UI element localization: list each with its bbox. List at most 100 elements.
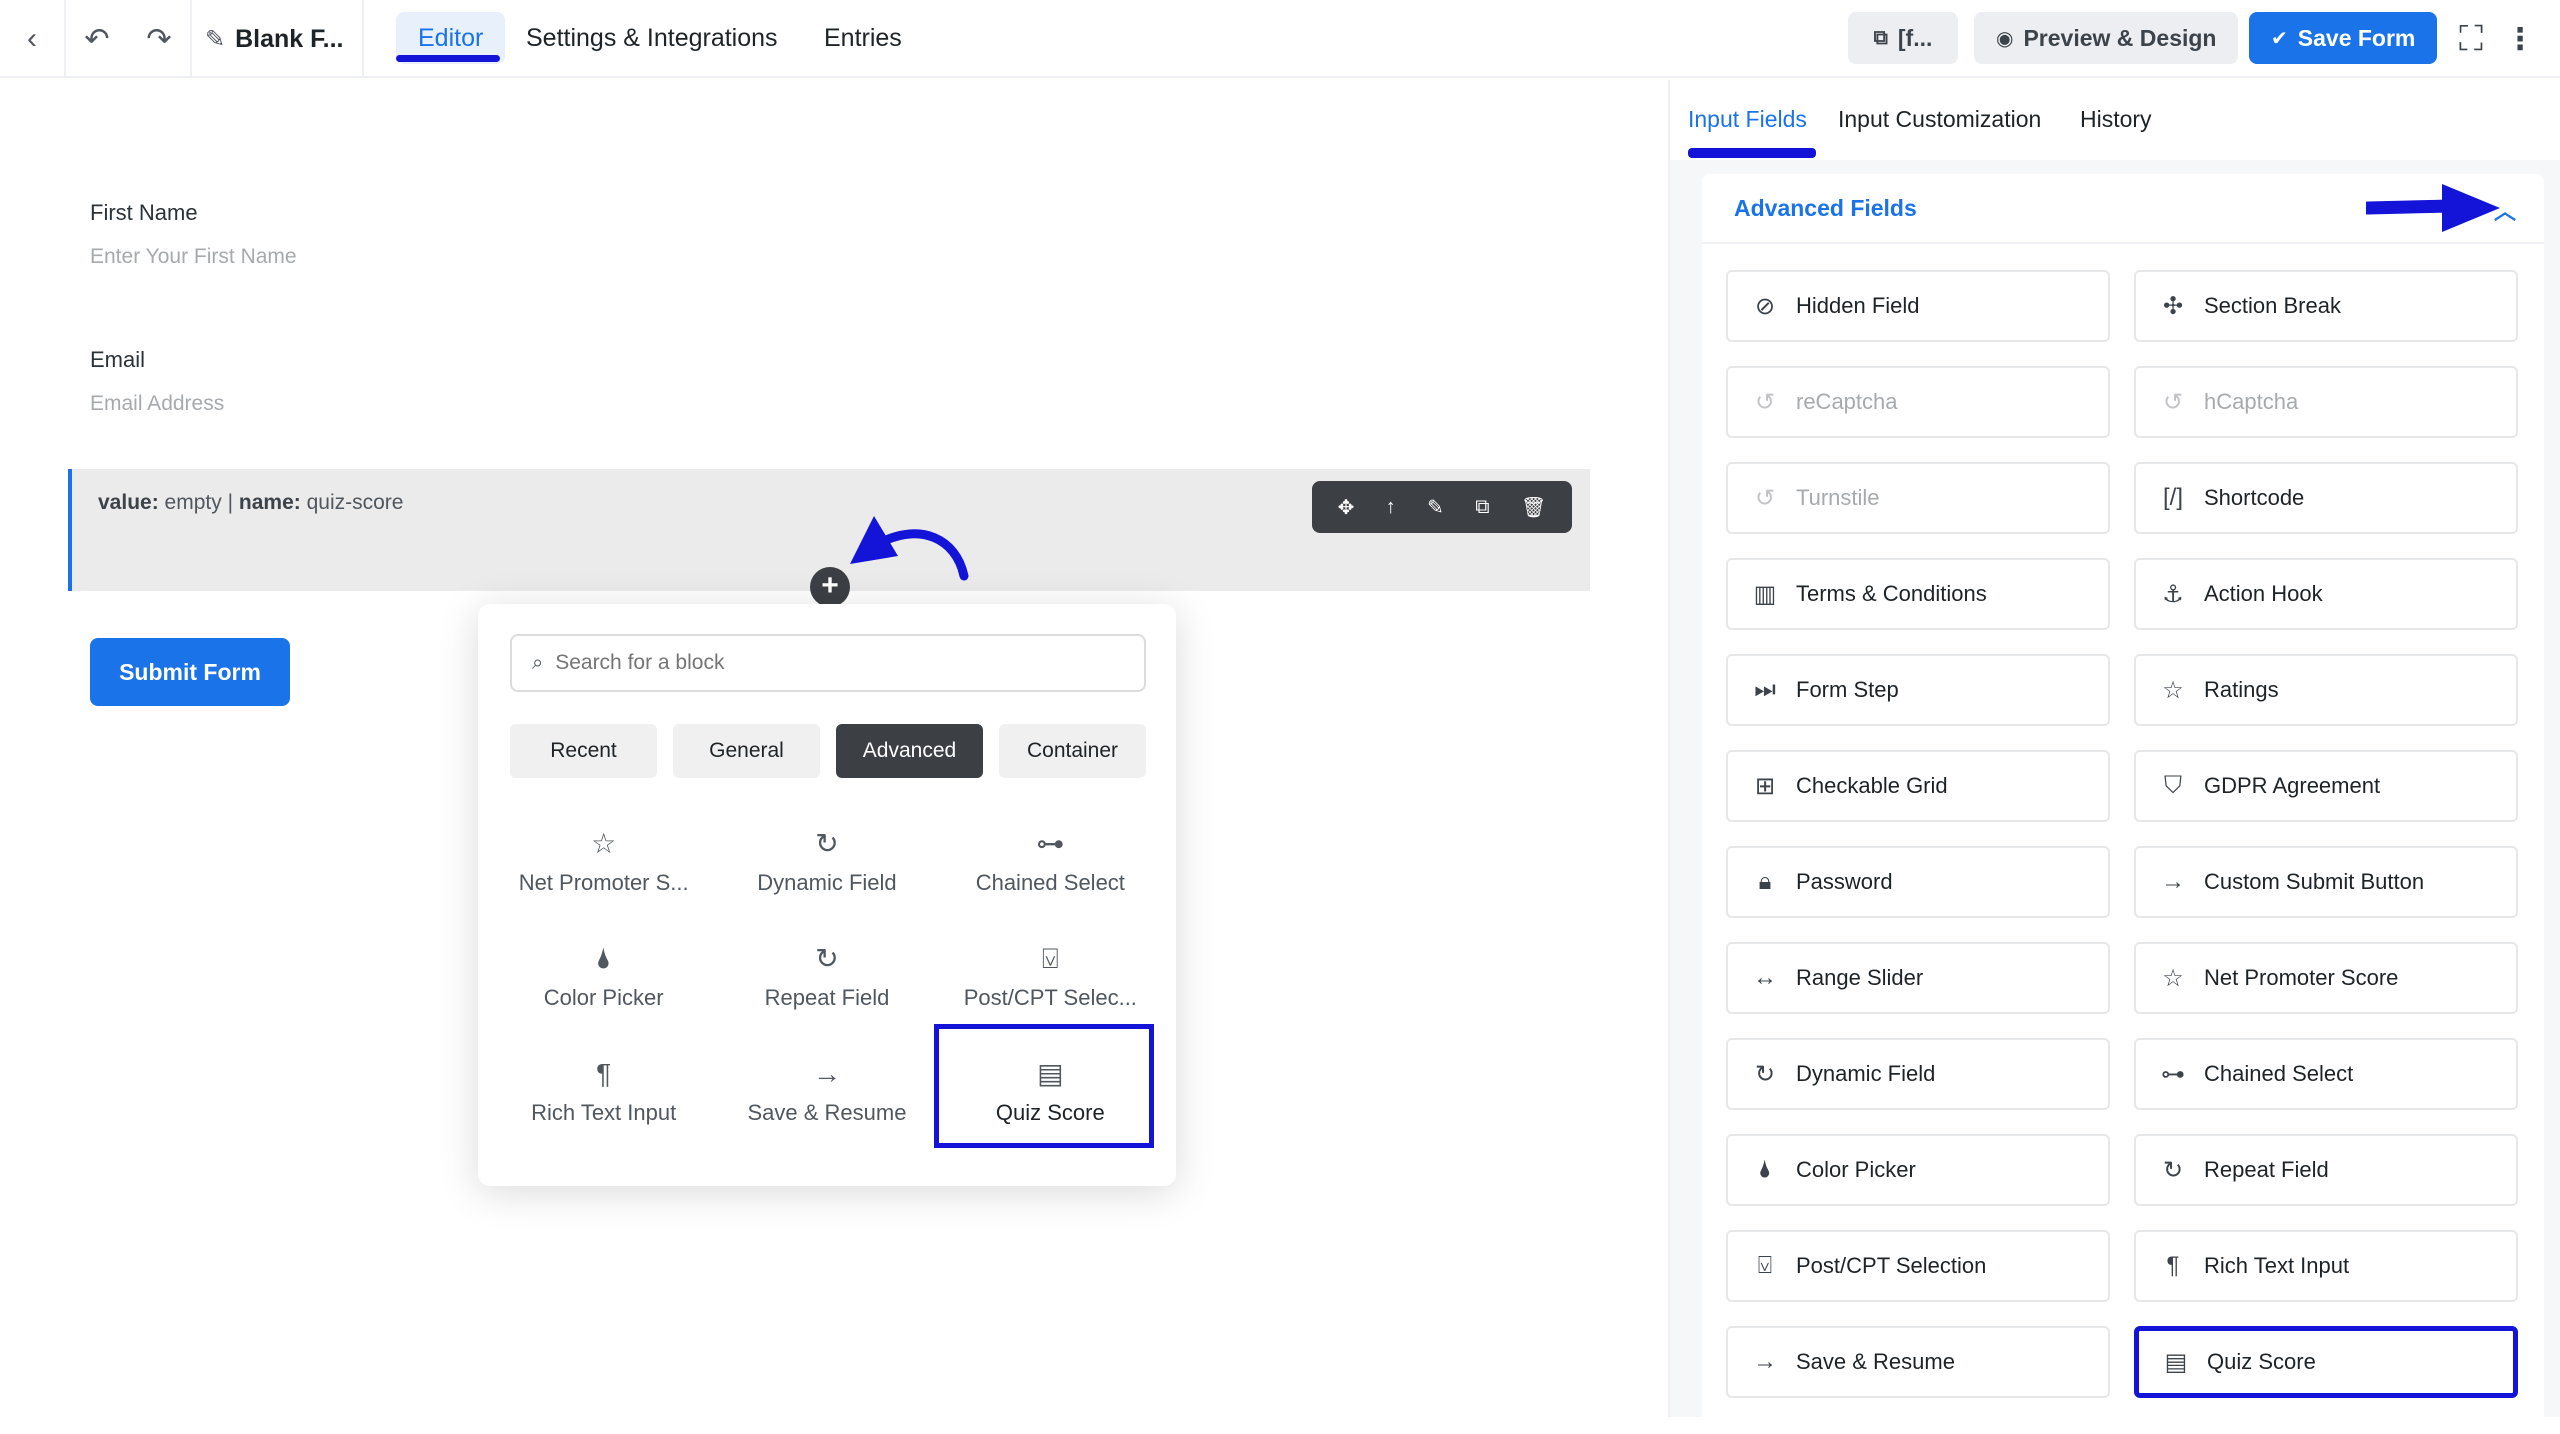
field-turnstile[interactable]: ↺ Turnstile [1726,462,2110,534]
hook-icon: ⚓ [2162,580,2184,608]
field-label: Chained Select [2204,1061,2354,1086]
block-label: Save & Resume [747,1099,907,1125]
chevron-left-icon: ‹ [27,22,37,55]
block-save-resume[interactable]: → Save & Resume [715,1034,938,1149]
tab-entries[interactable]: Entries [802,12,924,64]
preview-design-button[interactable]: ◉ Preview & Design [1974,12,2239,64]
drop-icon: 🌢 [1757,1156,1773,1183]
field-label: Post/CPT Selection [1796,1253,1987,1278]
field-range-slider[interactable]: ↔ Range Slider [1726,942,2110,1014]
edit-icon[interactable]: ✎ [1427,495,1444,520]
email-label: Email [90,347,146,372]
block-repeat-field[interactable]: ↻ Repeat Field [715,919,938,1034]
field-label: Terms & Conditions [1796,581,1987,606]
star-icon: ☆ [591,827,617,859]
field-post-cpt-selection[interactable]: ⍌ Post/CPT Selection [1726,1230,2110,1302]
field-action-hook[interactable]: ⚓ Action Hook [2134,558,2518,630]
block-dynamic-field[interactable]: ↻ Dynamic Field [715,804,938,919]
name-text: quiz-score [306,491,404,514]
field-dynamic-field[interactable]: ↻ Dynamic Field [1726,1038,2110,1110]
link-icon: ⊶ [1036,827,1065,859]
more-options-button[interactable]: ⋮ [2500,0,2540,78]
field-label: Shortcode [2204,485,2305,510]
document-icon: ▥ [1753,580,1777,608]
block-label: Dynamic Field [757,869,897,895]
back-button[interactable]: ‹ [0,0,64,78]
field-chained-select[interactable]: ⊶ Chained Select [2134,1038,2518,1110]
tab-recent[interactable]: Recent [510,724,657,778]
field-password[interactable]: 🔒︎ Password [1726,846,2110,918]
first-name-input[interactable]: Enter Your First Name [90,245,297,269]
redo-button[interactable]: ↷ [130,0,188,78]
field-label: Action Hook [2204,581,2323,606]
move-icon[interactable]: ✥ [1338,495,1355,520]
field-label: Hidden Field [1796,293,1920,318]
submit-form-button[interactable]: Submit Form [90,638,290,706]
block-post-cpt-selection[interactable]: ⍌ Post/CPT Selec... [939,919,1162,1034]
fullscreen-button[interactable]: ⛶ [2446,0,2496,78]
field-terms-conditions[interactable]: ▥ Terms & Conditions [1726,558,2110,630]
block-color-picker[interactable]: 🌢 Color Picker [492,919,715,1034]
trash-icon[interactable]: 🗑 [1521,495,1546,520]
field-section-break[interactable]: ✣ Section Break [2134,270,2518,342]
fullscreen-icon: ⛶ [2459,19,2483,58]
tab-history[interactable]: History [2080,106,2152,133]
arrow-right-icon: → [812,1057,841,1089]
tab-input-customization[interactable]: Input Customization [1838,106,2041,133]
shortcode-copy-button[interactable]: ⧉ [f... [1848,12,1958,64]
block-search-input[interactable] [555,651,1116,675]
field-custom-submit-button[interactable]: → Custom Submit Button [2134,846,2518,918]
field-ratings[interactable]: ☆ Ratings [2134,654,2518,726]
form-title[interactable]: ✎ Blank F... [205,0,343,78]
eye-icon: ◉ [1996,27,2014,50]
top-bar: ‹ ↶ ↷ ✎ Blank F... Editor Settings & Int… [0,0,2560,78]
field-recaptcha[interactable]: ↺ reCaptcha [1726,366,2110,438]
field-hidden-field[interactable]: ⊘ Hidden Field [1726,270,2110,342]
tab-container[interactable]: Container [999,724,1146,778]
tab-input-fields[interactable]: Input Fields [1688,106,1807,133]
duplicate-icon[interactable]: ⧉ [1475,496,1489,519]
field-form-step[interactable]: ⏭ Form Step [1726,654,2110,726]
tab-general[interactable]: General [673,724,820,778]
save-form-button[interactable]: ✔ Save Form [2249,12,2438,64]
link-icon: ⊶ [2161,1060,2185,1088]
block-label: Post/CPT Selec... [963,984,1137,1010]
form-title-text: Blank F... [235,24,344,53]
block-chained-select[interactable]: ⊶ Chained Select [939,804,1162,919]
block-net-promoter-score[interactable]: ☆ Net Promoter S... [492,804,715,919]
field-net-promoter-score[interactable]: ☆ Net Promoter Score [2134,942,2518,1014]
field-save-resume[interactable]: → Save & Resume [1726,1326,2110,1398]
copy-icon: ⧉ [1873,26,1888,49]
field-rich-text-input[interactable]: ¶ Rich Text Input [2134,1230,2518,1302]
field-repeat-field[interactable]: ↻ Repeat Field [2134,1134,2518,1206]
field-checkable-grid[interactable]: ⊞ Checkable Grid [1726,750,2110,822]
tab-editor-label: Editor [418,23,484,52]
field-quiz-score[interactable]: ▤ Quiz Score [2134,1326,2518,1398]
tab-settings-integrations[interactable]: Settings & Integrations [504,12,800,64]
field-gdpr-agreement[interactable]: ⛉ GDPR Agreement [2134,750,2518,822]
block-label: Chained Select [975,869,1125,895]
field-shortcode[interactable]: [/] Shortcode [2134,462,2518,534]
arrow-up-icon[interactable]: ↑ [1386,496,1396,519]
field-label: Section Break [2204,293,2341,318]
preview-label: Preview & Design [2023,24,2217,51]
field-label: Custom Submit Button [2204,869,2425,894]
star-icon: ☆ [2162,964,2184,992]
undo-button[interactable]: ↶ [66,0,128,78]
sidebar-tabs: Input Fields Input Customization History [1670,80,2560,160]
arrow-right-icon: → [1753,1348,1777,1375]
right-sidebar: Input Fields Input Customization History… [1668,80,2560,1434]
shortcode-label: [f... [1897,24,1933,51]
email-input[interactable]: Email Address [90,392,224,416]
tab-advanced[interactable]: Advanced [836,724,983,778]
paragraph-icon: ¶ [596,1057,612,1089]
field-label: Form Step [1796,677,1899,702]
block-rich-text-input[interactable]: ¶ Rich Text Input [492,1034,715,1149]
field-hcaptcha[interactable]: ↺ hCaptcha [2134,366,2518,438]
field-label: Range Slider [1796,965,1924,990]
field-label: Checkable Grid [1796,773,1948,798]
input-fields-annotation-underline [1688,148,1816,158]
divider [362,0,364,78]
grid-check-icon: ⊞ [1754,772,1776,800]
field-color-picker[interactable]: 🌢 Color Picker [1726,1134,2110,1206]
